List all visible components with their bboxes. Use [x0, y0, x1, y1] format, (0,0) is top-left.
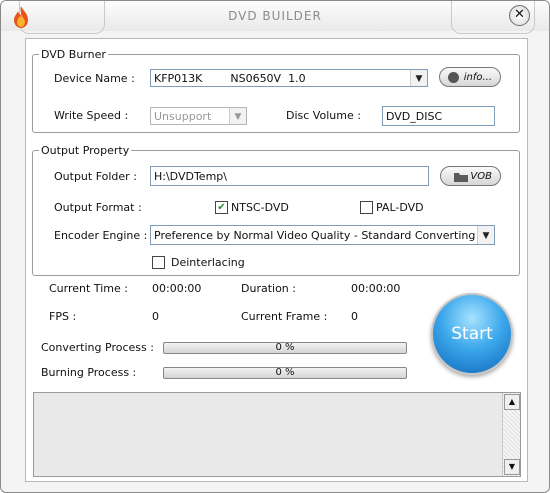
current-time-label: Current Time : [49, 282, 128, 295]
burning-progress-value: 0 % [275, 367, 295, 378]
converting-process-label: Converting Process : [41, 341, 154, 354]
write-speed-select[interactable]: Unsupport ▼ [150, 107, 247, 125]
output-folder-label: Output Folder : [54, 170, 137, 183]
close-button[interactable]: ✕ [509, 5, 530, 26]
chevron-down-icon[interactable]: ▼ [410, 70, 427, 86]
device-name-select[interactable]: KFP013K NS0650V 1.0 ▼ [150, 69, 428, 87]
disc-volume-label: Disc Volume : [286, 109, 361, 122]
converting-progress-bar: 0 % [163, 342, 407, 354]
encoder-engine-label: Encoder Engine : [54, 229, 148, 242]
info-button-label: info... [463, 72, 492, 83]
deinterlacing-label: Deinterlacing [171, 256, 245, 269]
chevron-down-icon[interactable]: ▼ [477, 226, 494, 244]
duration-value: 00:00:00 [351, 282, 401, 295]
info-icon [448, 72, 459, 83]
pal-label: PAL-DVD [376, 201, 424, 214]
output-format-label: Output Format : [54, 201, 142, 214]
ntsc-label: NTSC-DVD [231, 201, 289, 214]
fps-value: 0 [152, 310, 159, 323]
current-time-value: 00:00:00 [152, 282, 202, 295]
ntsc-checkbox[interactable]: ✔ [215, 201, 228, 214]
vob-button[interactable]: VOB [440, 166, 501, 186]
write-speed-label: Write Speed : [54, 109, 129, 122]
device-name-value: KFP013K NS0650V 1.0 [154, 72, 306, 85]
log-scrollbar[interactable]: ▲ ▼ [502, 393, 520, 476]
start-button[interactable]: Start [431, 293, 513, 375]
info-button[interactable]: info... [439, 67, 501, 87]
write-speed-value: Unsupport [154, 110, 212, 123]
log-output-area[interactable]: ▲ ▼ [33, 392, 521, 477]
pal-checkbox[interactable] [360, 201, 373, 214]
burning-progress-bar: 0 % [163, 367, 407, 379]
current-frame-value: 0 [351, 310, 358, 323]
window-title: DVD BUILDER [228, 9, 322, 23]
fps-label: FPS : [49, 310, 77, 323]
scroll-up-icon[interactable]: ▲ [504, 394, 520, 410]
duration-label: Duration : [241, 282, 296, 295]
vob-button-label: VOB [470, 171, 492, 182]
encoder-engine-select[interactable]: Preference by Normal Video Quality - Sta… [150, 225, 495, 245]
chevron-down-icon[interactable]: ▼ [229, 108, 246, 124]
folder-icon [454, 173, 468, 182]
device-name-label: Device Name : [54, 72, 135, 85]
deinterlacing-checkbox[interactable] [152, 256, 165, 269]
converting-progress-value: 0 % [275, 342, 295, 353]
dvd-builder-window: DVD BUILDER ✕ DVD Burner Device Name : K… [0, 0, 550, 493]
dvd-burner-legend: DVD Burner [41, 48, 106, 61]
scroll-down-icon[interactable]: ▼ [504, 459, 520, 475]
disc-volume-input[interactable]: DVD_DISC [382, 106, 495, 126]
title-bar[interactable]: DVD BUILDER ✕ [1, 1, 549, 34]
output-folder-input[interactable]: H:\DVDTemp\ [150, 166, 429, 186]
output-property-legend: Output Property [41, 144, 130, 157]
burning-process-label: Burning Process : [41, 366, 137, 379]
current-frame-label: Current Frame : [241, 310, 328, 323]
encoder-engine-value: Preference by Normal Video Quality - Sta… [154, 229, 495, 242]
